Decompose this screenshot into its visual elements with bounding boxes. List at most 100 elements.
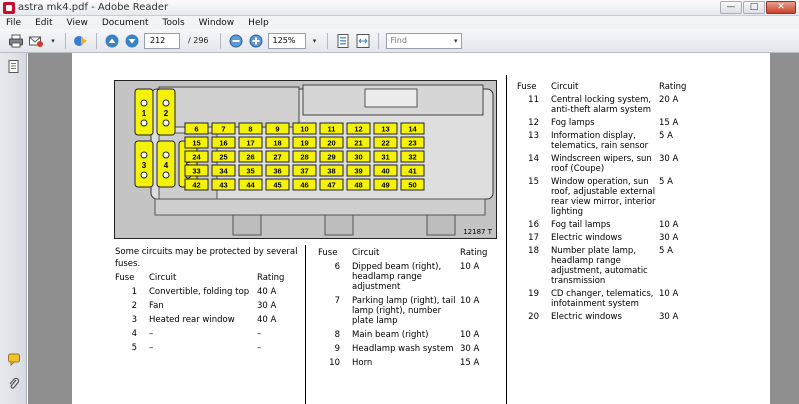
cell-fuse: 8 (334, 330, 340, 340)
fuse-table-2: Fuse Circuit Rating 6 Dipped beam (right)… (318, 248, 508, 368)
fit-width-icon[interactable] (355, 33, 371, 49)
email-dropdown-arrow[interactable]: ▾ (48, 33, 58, 49)
small-fuse-16: 16 (211, 136, 236, 149)
attachments-icon[interactable] (8, 377, 20, 390)
cell-circuit: Information display, telematics, rain se… (551, 131, 649, 151)
small-fuse-13: 13 (373, 122, 398, 135)
maximize-button[interactable]: □ (743, 1, 765, 14)
comments-icon[interactable] (8, 353, 20, 367)
small-fuse-43: 43 (211, 178, 236, 191)
find-dropdown-arrow[interactable]: ▾ (454, 37, 458, 45)
small-fuse-23: 23 (400, 136, 425, 149)
small-fuse-6: 6 (184, 122, 209, 135)
cell-circuit: Parking lamp (right), tail lamp (right),… (352, 296, 456, 326)
table-row: 19 CD changer, telematics, infotainment s… (517, 286, 737, 309)
table-row: 1 Convertible, folding top 40 A (115, 283, 303, 297)
svg-text:48: 48 (354, 181, 362, 190)
close-button[interactable]: ✕ (766, 1, 796, 14)
toolbar-separator (326, 32, 328, 49)
menu-edit[interactable]: Edit (35, 18, 52, 28)
small-fuse-26: 26 (238, 150, 263, 163)
menu-document[interactable]: Document (102, 18, 149, 28)
small-fuse-24: 24 (184, 150, 209, 163)
svg-text:36: 36 (273, 167, 281, 176)
svg-text:23: 23 (408, 139, 416, 148)
prev-page-icon[interactable] (104, 33, 120, 49)
cell-rating: 10 A (460, 330, 480, 340)
email-icon[interactable] (28, 33, 44, 49)
cell-fuse: 15 (528, 177, 539, 187)
next-page-icon[interactable] (124, 33, 140, 49)
table-row: 8 Main beam (right) 10 A (318, 326, 508, 340)
pdf-page: 12345 6789101112131415161718192021222324… (72, 53, 770, 404)
fit-page-icon[interactable] (335, 33, 351, 49)
cell-rating: 10 A (460, 262, 480, 272)
svg-text:14: 14 (408, 125, 417, 134)
small-fuse-15: 15 (184, 136, 209, 149)
cell-circuit: CD changer, telematics, infotainment sys… (551, 289, 654, 309)
cell-rating: 30 A (659, 154, 679, 164)
svg-text:22: 22 (381, 139, 389, 148)
cell-circuit: Window operation, sun roof, adjustable e… (551, 177, 656, 217)
cell-rating: 30 A (659, 312, 679, 322)
menu-file[interactable]: File (6, 18, 21, 28)
svg-text:3: 3 (142, 161, 147, 170)
zoom-out-icon[interactable] (228, 33, 244, 49)
menu-bar: File Edit View Document Tools Window Hel… (0, 16, 799, 29)
window-controls: — □ ✕ (720, 1, 796, 14)
svg-text:42: 42 (192, 181, 200, 190)
cell-fuse: 13 (528, 131, 539, 141)
menu-help[interactable]: Help (248, 18, 269, 28)
cell-circuit: – (149, 329, 154, 339)
svg-text:8: 8 (248, 125, 252, 134)
menu-view[interactable]: View (67, 18, 88, 28)
toolbar-separator (65, 32, 66, 49)
svg-text:38: 38 (327, 167, 335, 176)
svg-text:18: 18 (273, 139, 281, 148)
pages-icon[interactable] (8, 60, 20, 73)
document-area[interactable]: 12345 6789101112131415161718192021222324… (28, 53, 799, 404)
find-placeholder: Find (390, 36, 407, 45)
small-fuse-22: 22 (373, 136, 398, 149)
cell-rating: 40 A (257, 315, 277, 325)
large-fuse-4: 4 (156, 140, 176, 188)
small-fuse-49: 49 (373, 178, 398, 191)
cell-circuit: Windscreen wipers, sun roof (Coupe) (551, 154, 652, 174)
large-fuse-3: 3 (134, 140, 154, 188)
small-fuse-39: 39 (346, 164, 371, 177)
header-circuit: Circuit (551, 82, 579, 92)
small-fuse-27: 27 (265, 150, 290, 163)
cell-circuit: Fog lamps (551, 118, 595, 128)
svg-text:4: 4 (164, 161, 169, 170)
table-row: 2 Fan 30 A (115, 297, 303, 311)
cell-rating: 40 A (257, 287, 277, 297)
small-fuse-9: 9 (265, 122, 290, 135)
cell-circuit: Headlamp wash system (352, 344, 454, 354)
table-row: 6 Dipped beam (right), headlamp range adj… (318, 258, 508, 292)
minimize-button[interactable]: — (720, 1, 742, 14)
cell-rating: 15 A (460, 358, 480, 368)
large-fuse-1: 1 (134, 88, 154, 136)
svg-text:45: 45 (273, 181, 281, 190)
small-fuse-48: 48 (346, 178, 371, 191)
svg-text:11: 11 (328, 125, 336, 134)
print-icon[interactable] (8, 33, 24, 49)
zoom-dropdown-arrow[interactable]: ▾ (310, 33, 320, 49)
cell-circuit: Fan (149, 301, 164, 311)
svg-text:27: 27 (273, 153, 281, 162)
small-fuse-42: 42 (184, 178, 209, 191)
cell-fuse: 17 (528, 233, 539, 243)
svg-text:19: 19 (300, 139, 308, 148)
small-fuse-38: 38 (319, 164, 344, 177)
find-input[interactable]: Find ▾ (385, 32, 462, 49)
svg-text:21: 21 (354, 139, 362, 148)
menu-tools[interactable]: Tools (163, 18, 185, 28)
zoom-level-input[interactable]: 125% (267, 32, 306, 49)
collaborate-icon[interactable] (73, 33, 89, 49)
menu-window[interactable]: Window (199, 18, 235, 28)
page-number-input[interactable]: 212 (144, 32, 180, 49)
table-row: 4 – – (115, 325, 303, 339)
svg-text:24: 24 (192, 153, 201, 162)
cell-fuse: 18 (528, 246, 539, 256)
zoom-in-icon[interactable] (248, 33, 264, 49)
